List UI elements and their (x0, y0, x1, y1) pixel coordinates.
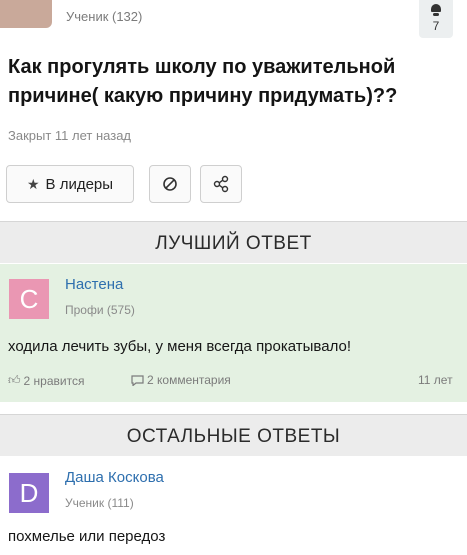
answer-time: 11 лет (418, 373, 453, 387)
share-button[interactable] (200, 165, 242, 203)
answer-text: похмелье или передоз (8, 528, 166, 545)
question-title: Как прогулять школу по уважительной прич… (8, 56, 398, 107)
answer-text: ходила лечить зубы, у меня всегда прокат… (8, 338, 352, 355)
answer-author-rank: Ученик (111) (65, 496, 134, 510)
comments-link[interactable]: 2 комментария (131, 373, 231, 387)
author-status: Ученик (132) (66, 9, 143, 24)
vote-count: 7 (432, 19, 440, 33)
best-answer-header: ЛУЧШИЙ ОТВЕТ (0, 221, 467, 263)
avatar[interactable] (0, 0, 52, 28)
comments-count: 2 комментария (147, 373, 231, 387)
comment-icon (131, 374, 144, 386)
answer-author-link[interactable]: Настена (65, 276, 123, 293)
question-author-bar: Ученик (132) 7 (0, 0, 467, 38)
likes-count: 2 нравится (23, 373, 85, 388)
like-button[interactable]: 👍︎ 2 нравится (8, 373, 84, 388)
to-leaders-button[interactable]: ★ В лидеры (6, 165, 134, 203)
vote-counter[interactable]: 7 (419, 0, 453, 38)
thumb-up-icon: 👍︎ (8, 373, 21, 387)
answer-author-link[interactable]: Даша Коскова (65, 469, 164, 486)
to-leaders-label: В лидеры (45, 175, 114, 193)
thumb-up-icon (431, 4, 441, 16)
star-icon: ★ (26, 175, 40, 192)
avatar[interactable]: D (9, 473, 49, 513)
other-answers-header: ОСТАЛЬНЫЕ ОТВЕТЫ (0, 414, 467, 456)
avatar[interactable]: С (9, 279, 49, 319)
block-button[interactable] (149, 165, 191, 203)
question-status: Закрыт 11 лет назад (8, 128, 132, 143)
block-icon (163, 177, 177, 191)
answer-author-rank: Профи (575) (65, 303, 135, 317)
best-answer: С Настена Профи (575) ходила лечить зубы… (0, 264, 467, 402)
share-icon (213, 175, 229, 193)
